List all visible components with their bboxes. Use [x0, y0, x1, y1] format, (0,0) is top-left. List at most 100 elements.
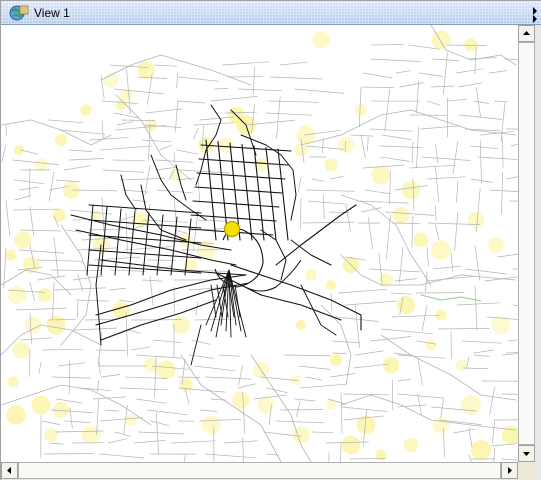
main-roads-layer [70, 104, 362, 366]
hotspot-layer [5, 30, 518, 461]
main-road [241, 143, 253, 241]
minor-road [500, 102, 506, 143]
main-road [216, 284, 223, 318]
minor-road [20, 229, 62, 232]
minor-road [367, 136, 369, 152]
minor-road [474, 286, 478, 331]
minor-road [455, 68, 484, 74]
minor-road [493, 100, 509, 103]
hotspot-dot [425, 339, 437, 351]
hotspot-dot [392, 206, 410, 224]
minor-road [427, 176, 466, 180]
minor-road [92, 396, 126, 400]
minor-road [101, 119, 104, 139]
minor-road [505, 352, 518, 354]
minor-road [426, 246, 429, 266]
hotspot-dot [375, 449, 387, 461]
minor-road [417, 393, 422, 415]
scroll-right-button[interactable] [501, 462, 518, 479]
minor-road [136, 398, 168, 404]
minor-road [306, 145, 344, 150]
minor-road [468, 454, 472, 462]
minor-road [438, 328, 490, 330]
horizontal-scrollbar[interactable] [1, 462, 518, 480]
minor-road [104, 409, 119, 412]
hotspot-dot [257, 396, 275, 414]
minor-road [381, 328, 433, 335]
minor-road [237, 88, 283, 92]
minor-road [370, 44, 404, 46]
minor-road [465, 268, 508, 275]
hotspot-dot [172, 316, 190, 334]
chevron-right-icon[interactable] [530, 1, 540, 25]
minor-road [497, 253, 518, 258]
main-road [244, 259, 302, 292]
main-road [156, 214, 164, 276]
minor-road [331, 340, 360, 344]
horizontal-scroll-thumb[interactable] [18, 462, 501, 479]
street-map[interactable] [1, 25, 518, 462]
hotspot-dot [397, 296, 415, 314]
minor-road [385, 214, 391, 260]
minor-road [427, 100, 441, 106]
map-canvas[interactable] [1, 25, 518, 462]
minor-road [454, 212, 459, 252]
minor-road [360, 134, 366, 159]
scroll-down-button[interactable] [518, 445, 535, 462]
minor-road [399, 246, 404, 284]
minor-road [222, 61, 270, 66]
window-title: View 1 [34, 6, 70, 20]
minor-road [435, 167, 440, 203]
minor-road [73, 327, 117, 331]
hotspot-dot [371, 165, 391, 185]
vertical-scroll-thumb[interactable] [518, 42, 535, 445]
minor-road [395, 70, 412, 74]
hotspot-dot [232, 391, 250, 409]
hotspot-dot [24, 316, 42, 334]
minor-road [56, 179, 80, 183]
main-road [300, 284, 337, 336]
minor-road [411, 141, 414, 164]
vertical-scrollbar[interactable] [518, 25, 536, 462]
minor-road [450, 253, 454, 272]
hotspot-dot [54, 133, 68, 147]
minor-road [440, 398, 444, 419]
minor-road [505, 176, 518, 180]
minor-road [214, 88, 229, 90]
hotspot-dot [46, 315, 66, 335]
scroll-up-button[interactable] [518, 25, 535, 42]
minor-road [299, 383, 346, 389]
hotspot-dot [81, 425, 101, 445]
main-road [230, 264, 362, 331]
minor-road [57, 362, 86, 367]
minor-road [340, 392, 343, 434]
minor-road [14, 195, 32, 201]
minor-road [147, 409, 189, 416]
minor-road [426, 275, 475, 282]
location-marker [223, 220, 241, 238]
minor-road [489, 386, 495, 416]
minor-road [76, 301, 79, 318]
scroll-left-button[interactable] [1, 462, 18, 479]
minor-road [508, 339, 518, 342]
minor-road [421, 304, 428, 331]
minor-road [180, 169, 230, 174]
minor-road [360, 207, 382, 213]
minor-road [330, 293, 333, 311]
minor-road [41, 420, 60, 425]
minor-road [417, 357, 423, 385]
minor-road [300, 109, 517, 146]
minor-road [284, 354, 331, 357]
minor-road [38, 361, 42, 374]
hotspot-dot [38, 288, 52, 302]
minor-road [13, 179, 45, 185]
minor-road [107, 438, 128, 444]
window-right-edge [536, 25, 541, 480]
minor-road [193, 122, 234, 126]
title-bar[interactable]: View 1 [1, 1, 541, 25]
minor-road [147, 73, 153, 105]
minor-road [329, 175, 344, 180]
minor-road [29, 349, 31, 377]
map-view-window: View 1 [0, 0, 541, 480]
minor-road [369, 128, 413, 132]
